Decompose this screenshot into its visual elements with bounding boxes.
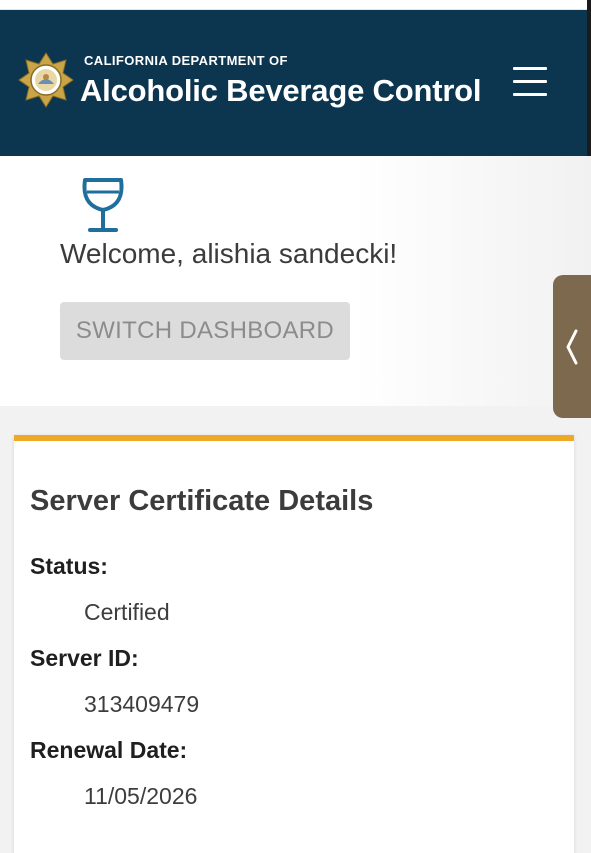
- hamburger-menu-icon[interactable]: [510, 65, 550, 99]
- org-title[interactable]: Alcoholic Beverage Control: [80, 73, 482, 109]
- site-header: CALIFORNIA DEPARTMENT OF Alcoholic Bever…: [0, 10, 587, 156]
- frame-edge: [587, 0, 591, 160]
- renewal-date-value: 11/05/2026: [84, 783, 198, 809]
- drawer-toggle[interactable]: [553, 275, 591, 418]
- status-label: Status:: [30, 553, 108, 579]
- welcome-message: Welcome, alishia sandecki!: [60, 238, 398, 269]
- status-value: Certified: [84, 599, 170, 625]
- switch-dashboard-button[interactable]: SWITCH DASHBOARD: [60, 302, 350, 360]
- app-screen: CALIFORNIA DEPARTMENT OF Alcoholic Bever…: [0, 0, 591, 853]
- california-seal-icon: [18, 52, 74, 108]
- welcome-section: Welcome, alishia sandecki! SWITCH DASHBO…: [0, 156, 591, 406]
- top-strip: [0, 0, 591, 10]
- server-id-value: 313409479: [84, 691, 200, 717]
- org-subtitle: CALIFORNIA DEPARTMENT OF: [84, 53, 288, 68]
- wine-glass-icon: [82, 178, 124, 232]
- renewal-date-label: Renewal Date:: [30, 737, 188, 763]
- server-id-label: Server ID:: [30, 645, 139, 671]
- certificate-card: Server Certificate Details Status: Certi…: [14, 435, 574, 853]
- chevron-left-icon: [566, 329, 578, 365]
- card-title: Server Certificate Details: [30, 485, 374, 517]
